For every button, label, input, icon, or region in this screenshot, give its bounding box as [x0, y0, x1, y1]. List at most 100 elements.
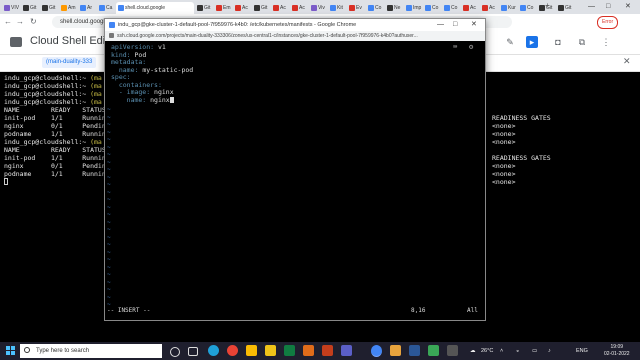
app-icon-gray[interactable] — [447, 345, 458, 356]
tab-label: Imp — [413, 5, 422, 11]
edit-icon[interactable]: ✎ — [504, 36, 516, 48]
terminal-icon[interactable]: ▸ — [526, 36, 538, 48]
browser-tab[interactable]: Am — [59, 2, 77, 14]
more-options-icon[interactable]: ⋮ — [600, 36, 612, 48]
browser-tab[interactable]: Imp — [404, 2, 422, 14]
tab-label: Ca — [106, 5, 113, 11]
terminal-readiness-cell: <none> — [492, 122, 516, 130]
error-badge[interactable]: Error — [597, 16, 619, 29]
close-terminal-icon[interactable]: ✕ — [623, 56, 631, 67]
browser-tab[interactable]: Git — [21, 2, 39, 14]
browser-tab[interactable]: Git — [40, 2, 58, 14]
word-icon[interactable] — [409, 345, 420, 356]
maximize-icon[interactable]: □ — [606, 0, 610, 13]
terminal-readiness-cell: <none> — [492, 138, 516, 146]
keyboard-icon[interactable]: ⌨ — [453, 43, 457, 51]
windows-start-icon[interactable] — [6, 346, 16, 356]
browser-tab-strip: + — □ ✕ VIV Git Git Am Ar Ca shell.cloud.googl… — [0, 0, 640, 14]
project-tab[interactable]: (main-duality-333 — [42, 57, 97, 68]
vim-empty-line-marker: ~ — [107, 196, 111, 203]
taskbar-search-input[interactable]: Type here to search — [20, 344, 162, 358]
tab-address-label: shell.cloud.google — [125, 5, 166, 11]
tray-overflow-icon[interactable]: ˄ — [500, 342, 503, 360]
browser-tab[interactable]: Kit — [328, 2, 346, 14]
tab-label: Git — [204, 5, 211, 11]
app-icon-yellow[interactable] — [390, 345, 401, 356]
browser-tab[interactable]: Viv — [309, 2, 327, 14]
ssh-window-title: indu_gcp@gke-cluster-1-default-pool-7f95… — [118, 22, 357, 28]
edge-icon[interactable] — [208, 345, 219, 356]
close-icon[interactable]: ✕ — [625, 0, 631, 13]
back-icon[interactable]: ← — [4, 16, 12, 28]
terminal-line: indu_gcp@cloudshell:~ (ma — [4, 74, 102, 82]
cortana-icon[interactable] — [170, 347, 180, 357]
tab-label: Ev — [356, 5, 362, 11]
browser-tab[interactable]: Ac — [233, 2, 251, 14]
browser-tab[interactable]: Ar — [78, 2, 96, 14]
vim-status-line: -- INSERT -- 8,16 All — [107, 306, 483, 315]
app-icon-orange[interactable] — [303, 345, 314, 356]
gear-icon[interactable]: ⚙ — [469, 43, 473, 51]
browser-tab[interactable]: VIV — [2, 2, 20, 14]
app-icon-green[interactable] — [428, 345, 439, 356]
browser-tab[interactable]: Ac — [271, 2, 289, 14]
camera-icon[interactable]: ◘ — [552, 36, 564, 48]
tab-label: Ac — [242, 5, 248, 11]
browser-tab[interactable]: Co — [442, 2, 460, 14]
teams-icon[interactable] — [341, 345, 352, 356]
terminal-project-label: (ma — [90, 98, 102, 106]
terminal-readiness-cell: <none> — [492, 162, 516, 170]
browser-tab[interactable]: Ev — [347, 2, 365, 14]
volume-icon[interactable]: ♪ — [548, 342, 551, 360]
forward-icon[interactable]: → — [16, 16, 24, 28]
reload-icon[interactable]: ↻ — [30, 16, 37, 28]
system-clock[interactable]: 19:09 02-01-2022 — [604, 344, 630, 358]
browser-tab[interactable]: Git — [195, 2, 213, 14]
vim-empty-line-marker: ~ — [107, 151, 111, 158]
weather-temp[interactable]: 26°C — [481, 342, 493, 360]
vim-empty-line-marker: ~ — [107, 248, 111, 256]
browser-tab[interactable]: Ac — [480, 2, 498, 14]
browser-tab[interactable]: Git — [556, 2, 574, 14]
terminal-prompt: indu_gcp@cloudshell:~ — [4, 74, 87, 82]
folder-icon[interactable] — [265, 345, 276, 356]
network-icon[interactable]: ◒ — [516, 342, 519, 360]
terminal-line: nginx 0/1 Pendin — [4, 122, 106, 130]
terminal-line: indu_gcp@cloudshell:~ (ma — [4, 82, 102, 90]
browser-tab[interactable]: Ca — [97, 2, 115, 14]
chrome-icon[interactable] — [227, 345, 238, 356]
browser-tab[interactable]: Co — [366, 2, 384, 14]
browser-tab[interactable]: Git — [537, 2, 555, 14]
browser-tab[interactable]: Em — [214, 2, 232, 14]
lock-icon — [109, 33, 114, 38]
terminal-text: podname 1/1 Runnin — [4, 170, 106, 178]
browser-tab[interactable]: Ac — [461, 2, 479, 14]
language-indicator[interactable]: ENG — [576, 342, 588, 360]
tab-favicon-icon — [23, 5, 29, 11]
weather-icon[interactable]: ☁ — [470, 342, 476, 360]
battery-icon[interactable]: ▭ — [532, 342, 537, 360]
excel-icon[interactable] — [284, 345, 295, 356]
minimize-icon[interactable]: — — [588, 0, 595, 13]
ssh-window-titlebar[interactable]: indu_gcp@gke-cluster-1-default-pool-7f95… — [105, 19, 485, 31]
open-window-icon[interactable]: ⧉ — [576, 36, 588, 48]
ssh-close-icon[interactable]: ✕ — [471, 19, 477, 31]
browser-tab[interactable]: Co — [423, 2, 441, 14]
browser-tab[interactable]: Git — [252, 2, 270, 14]
file-explorer-icon[interactable] — [246, 345, 257, 356]
ssh-maximize-icon[interactable]: □ — [453, 19, 457, 31]
browser-tab[interactable]: Ne — [385, 2, 403, 14]
browser-tab[interactable]: Kur — [499, 2, 517, 14]
browser-tab[interactable]: Ac — [290, 2, 308, 14]
task-view-icon[interactable] — [188, 347, 198, 356]
powerpoint-icon[interactable] — [322, 345, 333, 356]
vim-editor[interactable]: ⌨ ⚙ -- INSERT -- 8,16 All apiVersion: v1… — [105, 41, 485, 320]
terminal-prompt: indu_gcp@cloudshell:~ — [4, 82, 87, 90]
tab-favicon-icon — [292, 5, 298, 11]
browser-tab[interactable]: Co — [518, 2, 536, 14]
chrome-active-icon[interactable] — [371, 345, 382, 357]
browser-tab[interactable]: shell.cloud.google — [116, 2, 194, 14]
terminal-prompt: indu_gcp@cloudshell:~ — [4, 138, 87, 146]
ssh-minimize-icon[interactable]: — — [437, 19, 444, 31]
ssh-window[interactable]: indu_gcp@gke-cluster-1-default-pool-7f95… — [104, 18, 486, 321]
